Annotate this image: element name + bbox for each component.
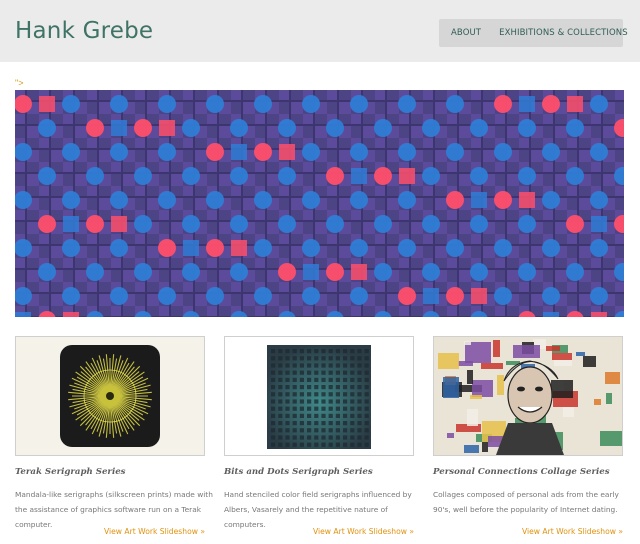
nav-exhibitions-collections[interactable]: EXHIBITIONS & COLLECTIONS [499,28,628,38]
card-title[interactable]: Personal Connections Collage Series [433,467,610,477]
collage-image [434,337,622,455]
banner-pattern [15,90,624,317]
card-title[interactable]: Terak Serigraph Series [15,467,126,477]
card-description: Hand stenciled color field serigraphs in… [224,490,412,529]
card-bits-and-dots: Bits and Dots Serigraph Series Hand sten… [224,336,414,536]
main-nav: ABOUT EXHIBITIONS & COLLECTIONS [439,19,628,47]
mandala-image [16,337,204,455]
card-description: Mandala-like serigraphs (silkscreen prin… [15,490,213,529]
card-description: Collages composed of personal ads from t… [433,490,619,514]
card-title[interactable]: Bits and Dots Serigraph Series [224,467,373,477]
hero-banner-artwork [15,90,624,317]
dots-grid-image [225,337,413,455]
collage-thumbnail[interactable] [433,336,623,456]
broken-image-text: "> [15,78,24,88]
view-slideshow-link[interactable]: View Art Work Slideshow » [313,527,414,536]
card-personal-connections: Personal Connections Collage Series Coll… [433,336,623,536]
terak-thumbnail[interactable] [15,336,205,456]
nav-about[interactable]: ABOUT [451,28,481,38]
card-terak-serigraph: Terak Serigraph Series Mandala-like seri… [15,336,213,536]
bits-dots-thumbnail[interactable] [224,336,414,456]
site-title[interactable]: Hank Grebe [15,18,153,44]
site-header: Hank Grebe ABOUT EXHIBITIONS & COLLECTIO… [0,0,640,62]
view-slideshow-link[interactable]: View Art Work Slideshow » [522,527,623,536]
view-slideshow-link[interactable]: View Art Work Slideshow » [104,527,205,536]
